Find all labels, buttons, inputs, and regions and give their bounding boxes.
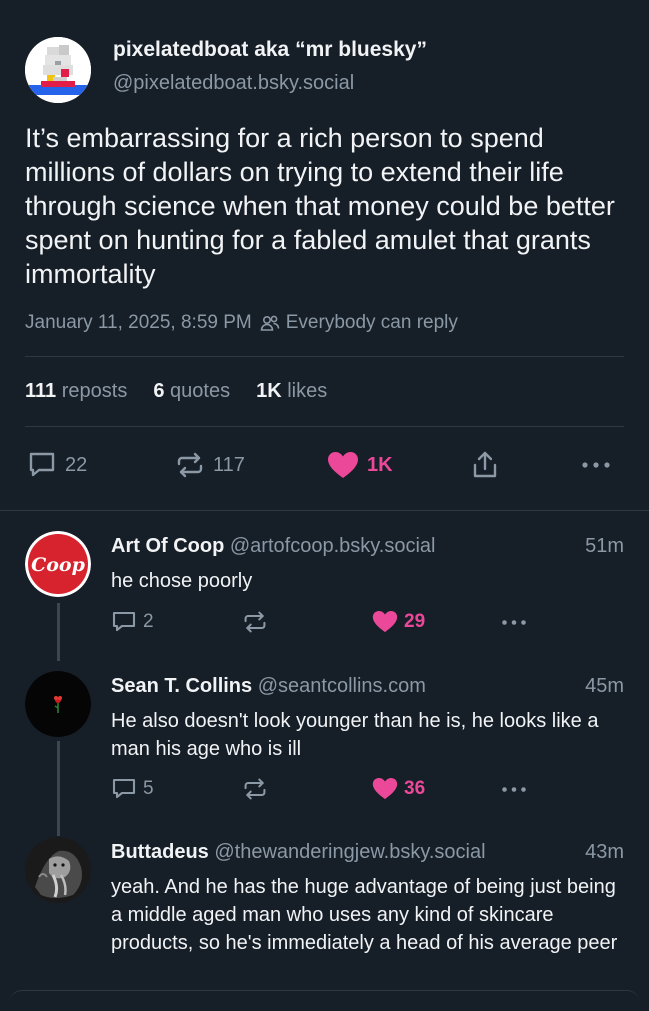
reply-time[interactable]: 51m bbox=[585, 535, 624, 558]
reply-display-name[interactable]: Sean T. Collins bbox=[111, 675, 252, 697]
reply-handle[interactable]: @thewanderingjew.bsky.social bbox=[214, 841, 485, 863]
reply-header: Art Of Coop @artofcoop.bsky.social bbox=[111, 535, 435, 558]
more-icon bbox=[501, 786, 527, 793]
more-options-button[interactable] bbox=[581, 448, 611, 482]
reply-text: he chose poorly bbox=[111, 570, 253, 592]
share-icon bbox=[471, 450, 499, 480]
people-icon bbox=[260, 313, 280, 333]
like-button[interactable]: 36 bbox=[372, 777, 425, 800]
post-meta: January 11, 2025, 8:59 PM Everybody can … bbox=[25, 312, 458, 334]
reply-display-name[interactable]: Buttadeus bbox=[111, 841, 209, 863]
divider bbox=[25, 356, 624, 357]
thread-line bbox=[57, 603, 60, 661]
reply-button[interactable]: 5 bbox=[111, 777, 154, 801]
quotes-stat[interactable]: 6 quotes bbox=[153, 380, 230, 403]
reply-button[interactable]: 22 bbox=[27, 448, 87, 482]
post-date: January 11, 2025, 8:59 PM bbox=[25, 312, 252, 333]
reply-time[interactable]: 45m bbox=[585, 675, 624, 698]
reply-text: He also doesn't look younger than he is,… bbox=[111, 710, 599, 760]
heart-icon bbox=[372, 777, 398, 800]
bottom-bar bbox=[10, 990, 639, 1011]
reply-handle[interactable]: @artofcoop.bsky.social bbox=[230, 535, 436, 557]
like-count: 36 bbox=[404, 777, 426, 799]
more-options-button[interactable] bbox=[501, 619, 527, 626]
reply-icon bbox=[27, 451, 57, 479]
reply-handle[interactable]: @seantcollins.com bbox=[258, 675, 426, 697]
reply-avatar[interactable]: Coop bbox=[25, 531, 91, 597]
reply-time[interactable]: 43m bbox=[585, 841, 624, 864]
like-button[interactable]: 1K bbox=[327, 448, 393, 482]
reposts-stat[interactable]: 111 reposts bbox=[25, 380, 127, 403]
reply-setting-label: Everybody can reply bbox=[285, 312, 458, 333]
post-stats: 111 reposts 6 quotes 1K likes bbox=[25, 380, 327, 403]
author-display-name[interactable]: pixelatedboat aka “mr bluesky” bbox=[113, 38, 427, 62]
reply-button[interactable]: 2 bbox=[111, 610, 154, 634]
reply-header: Sean T. Collins @seantcollins.com bbox=[111, 675, 426, 698]
post-actions: 22 117 1K bbox=[25, 448, 625, 482]
more-icon bbox=[501, 619, 527, 626]
reply-actions: 5 36 bbox=[111, 777, 541, 803]
reply-setting[interactable]: Everybody can reply bbox=[260, 312, 458, 334]
repost-button[interactable] bbox=[242, 610, 268, 634]
reply-text: yeah. And he has the huge advantage of b… bbox=[111, 876, 618, 954]
reply-header: Buttadeus @thewanderingjew.bsky.social bbox=[111, 841, 486, 864]
heart-icon bbox=[327, 451, 359, 479]
repost-icon bbox=[242, 610, 268, 634]
reply-display-name[interactable]: Art Of Coop bbox=[111, 535, 224, 557]
coop-logo: Coop bbox=[31, 554, 85, 576]
reply-count: 2 bbox=[143, 611, 154, 632]
post-text: It’s embarrassing for a rich person to s… bbox=[25, 123, 615, 289]
author-handle[interactable]: @pixelatedboat.bsky.social bbox=[113, 72, 354, 95]
repost-button[interactable] bbox=[242, 777, 268, 801]
like-count: 1K bbox=[367, 453, 393, 476]
reply-icon bbox=[111, 777, 137, 801]
reply-count: 22 bbox=[65, 453, 88, 476]
thread-line bbox=[57, 741, 60, 836]
reply-actions: 2 29 bbox=[111, 610, 541, 636]
reply-avatar[interactable] bbox=[25, 837, 91, 903]
author-avatar[interactable] bbox=[25, 37, 91, 103]
repost-count: 117 bbox=[213, 453, 245, 476]
more-icon bbox=[581, 461, 611, 469]
reply-count: 5 bbox=[143, 778, 154, 799]
more-options-button[interactable] bbox=[501, 786, 527, 793]
repost-icon bbox=[175, 451, 205, 479]
like-count: 29 bbox=[404, 610, 426, 632]
heart-icon bbox=[372, 610, 398, 633]
likes-stat[interactable]: 1K likes bbox=[256, 380, 327, 403]
reply-icon bbox=[111, 610, 137, 634]
repost-button[interactable]: 117 bbox=[175, 448, 245, 482]
reply-avatar[interactable] bbox=[25, 671, 91, 737]
like-button[interactable]: 29 bbox=[372, 610, 425, 633]
divider bbox=[25, 426, 624, 427]
share-button[interactable] bbox=[471, 448, 499, 482]
divider bbox=[0, 510, 649, 511]
repost-icon bbox=[242, 777, 268, 801]
